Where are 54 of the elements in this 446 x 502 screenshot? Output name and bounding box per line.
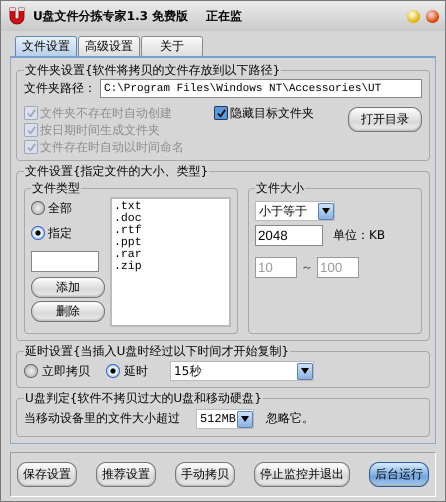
radio-label: 全部 xyxy=(48,200,72,216)
group-title: 文件类型 xyxy=(32,181,80,195)
status-text: 正在监 xyxy=(206,8,242,24)
group-title: 文件设置{指定文件的大小、类型} xyxy=(25,164,208,178)
group-title: 文件大小 xyxy=(256,181,304,195)
tab[interactable]: 高级设置 xyxy=(78,36,140,56)
checkbox[interactable] xyxy=(214,106,228,120)
action-button[interactable]: 手动拷贝 xyxy=(175,462,235,487)
path-field[interactable]: C:\Program Files\Windows NT\Accessories\UT xyxy=(100,79,422,98)
checkbox-label: 文件存在时自动以时间命名 xyxy=(40,138,184,156)
magnet-icon xyxy=(7,6,27,26)
radio-button[interactable] xyxy=(31,226,45,240)
list-item[interactable]: .txt xyxy=(114,201,227,213)
radio-button[interactable] xyxy=(24,364,38,378)
checkbox-label: 按日期时间生成文件夹 xyxy=(40,122,160,138)
list-item[interactable]: .ppt xyxy=(114,237,227,249)
action-button[interactable]: 推荐设置 xyxy=(96,462,156,487)
comparison-dropdown[interactable]: 小于等于 xyxy=(255,201,335,221)
range-separator: ～ xyxy=(301,259,313,276)
path-label: 文件夹路径： xyxy=(24,80,96,97)
add-button[interactable]: 添加 xyxy=(31,277,105,298)
open-folder-button[interactable]: 打开目录 xyxy=(348,107,422,132)
close-button[interactable] xyxy=(426,10,439,22)
caret-icon xyxy=(237,410,253,428)
delay-dropdown[interactable]: 15秒 xyxy=(170,361,314,381)
radio-button[interactable] xyxy=(106,364,120,378)
group-title: 文件夹设置{软件将拷贝的文件存放到以下路径} xyxy=(25,63,280,77)
checkbox-label: 隐藏目标文件夹 xyxy=(230,104,314,122)
window-title: U盘文件分拣专家1.3 免费版 xyxy=(33,8,188,24)
unit-label: 单位：KB xyxy=(333,227,386,244)
size-limit-dropdown[interactable]: 512MB xyxy=(196,409,254,429)
radio-label: 指定 xyxy=(48,224,72,242)
action-button[interactable]: 保存设置 xyxy=(17,462,77,487)
size-field[interactable]: 2048 xyxy=(255,225,323,246)
radio-label: 立即拷贝 xyxy=(42,362,90,380)
limit-label: 当移动设备里的文件大小超过 xyxy=(24,410,180,426)
delete-button[interactable]: 删除 xyxy=(31,301,105,322)
group-title: 延时设置{当插入U盘时经过以下时间才开始复制} xyxy=(25,344,290,358)
extension-field[interactable] xyxy=(31,251,99,272)
radio-button[interactable] xyxy=(31,201,45,215)
tab[interactable]: 关于 xyxy=(141,36,203,56)
list-item[interactable]: .zip xyxy=(114,261,227,273)
list-item[interactable]: .rar xyxy=(114,249,227,261)
tab[interactable]: 文件设置 xyxy=(15,36,77,56)
radio-label: 延时 xyxy=(124,362,148,380)
checkbox-label: 文件夹不存在时自动创建 xyxy=(40,104,172,122)
list-item[interactable]: .doc xyxy=(114,213,227,225)
caret-icon xyxy=(318,202,334,220)
group-title: U盘判定{软件不拷贝过大的U盘和移动硬盘} xyxy=(25,391,262,405)
action-button[interactable]: 后台运行 xyxy=(369,462,429,487)
list-item[interactable]: .rtf xyxy=(114,225,227,237)
ignore-label: 忽略它。 xyxy=(266,410,314,426)
caret-icon xyxy=(297,362,313,380)
action-button[interactable]: 停止监控并退出 xyxy=(254,462,350,487)
